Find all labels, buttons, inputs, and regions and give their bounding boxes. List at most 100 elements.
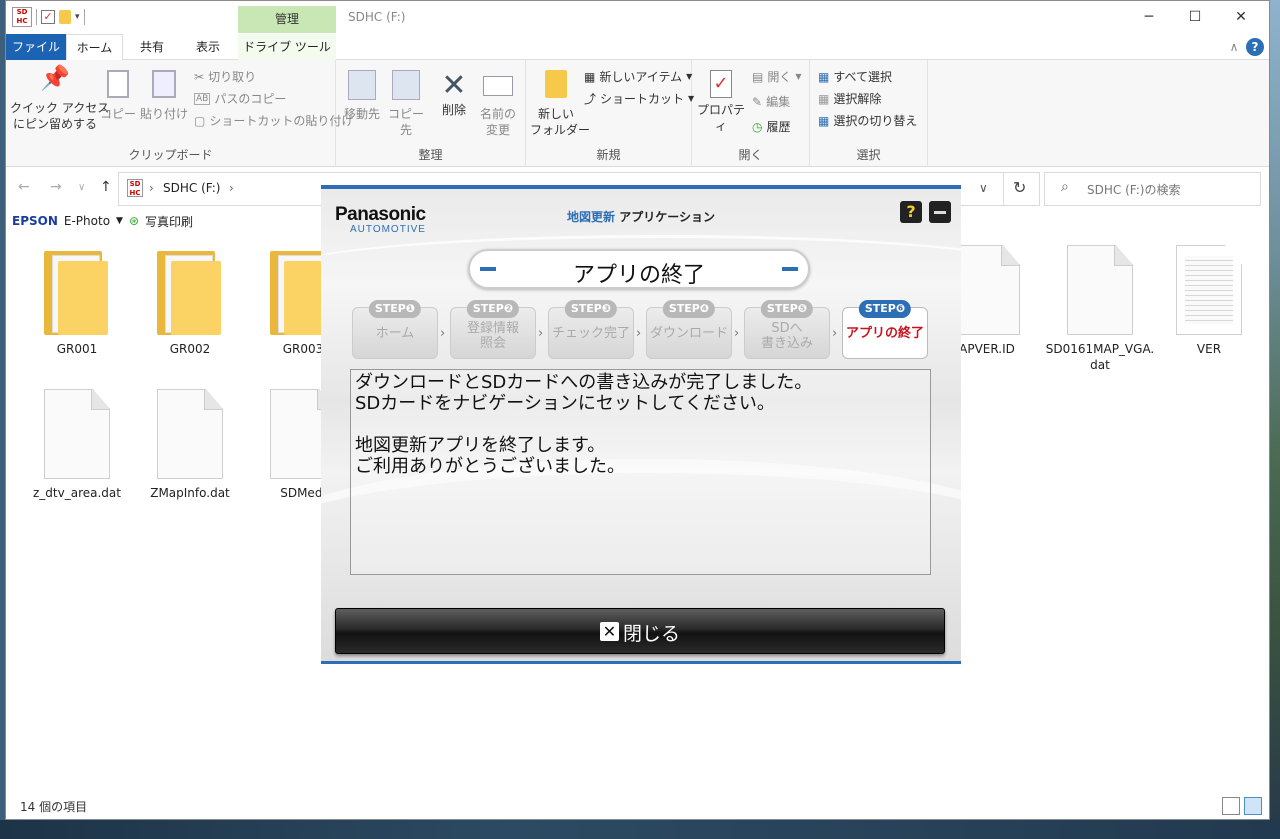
chevron-right-icon: › xyxy=(832,326,838,341)
chevron-up-icon[interactable]: ∧ xyxy=(1226,34,1242,60)
minimize-dialog-button[interactable] xyxy=(929,201,951,223)
folder-icon xyxy=(545,70,567,98)
step-5: STEP❺ SDへ 書き込み xyxy=(744,300,830,359)
recent-dropdown-icon[interactable]: ∨ xyxy=(78,182,85,193)
details-view-icon[interactable] xyxy=(1222,797,1240,815)
search-placeholder: SDHC (F:)の検索 xyxy=(1087,183,1181,197)
divider xyxy=(1003,173,1004,205)
new-folder-label: 新しい フォルダー xyxy=(530,107,591,137)
dialog-title: 地図更新 アプリケーション xyxy=(321,208,961,225)
tab-manage[interactable]: 管理 xyxy=(238,6,336,33)
step-label: ダウンロード xyxy=(649,326,728,341)
close-window-button[interactable]: ✕ xyxy=(1218,1,1264,33)
cut-button[interactable]: ✂ 切り取り xyxy=(194,68,256,85)
easy-access-button[interactable]: ⤴ ショートカット ▼ xyxy=(584,90,694,107)
pin-icon: 📌 xyxy=(40,64,70,92)
open-label: 開く xyxy=(767,70,792,84)
file-item[interactable]: z_dtv_area.dat xyxy=(22,389,132,501)
folder-item[interactable]: GR002 xyxy=(135,247,245,357)
chevron-right-icon: › xyxy=(636,326,642,341)
copy-path-button[interactable]: AB パスのコピー xyxy=(194,90,286,107)
new-folder-button[interactable]: 新しい フォルダー xyxy=(530,70,591,138)
edit-button[interactable]: ✎ 編集 xyxy=(752,93,790,110)
history-icon: ◷ xyxy=(752,119,763,134)
copy-to-icon xyxy=(392,70,420,100)
copy-button[interactable]: コピー xyxy=(100,70,136,122)
large-icons-view-icon[interactable] xyxy=(1244,797,1262,815)
properties-label: プロパティ xyxy=(696,103,745,133)
copy-to-button[interactable]: コピー先 xyxy=(386,70,426,138)
open-button[interactable]: ▤ 開く ▼ xyxy=(752,68,802,85)
title-map-update: 地図更新 xyxy=(567,210,616,224)
view-toggle xyxy=(1222,797,1262,815)
file-name: VER xyxy=(1196,342,1222,356)
step-1: STEP❶ ホーム xyxy=(352,300,438,359)
close-button[interactable]: ✕ 閉じる xyxy=(335,608,945,654)
step-indicator: STEP❶ ホーム › STEP❷ 登録情報 照会 › STEP❸ チェック完了 › … xyxy=(352,299,932,361)
help-button[interactable]: ? xyxy=(900,201,922,223)
folder-item[interactable]: GR001 xyxy=(22,247,132,357)
file-name: z_dtv_area.dat xyxy=(33,486,121,500)
step-4: STEP❹ ダウンロード xyxy=(646,300,732,359)
pin-label: クイック アクセス にピン留めする xyxy=(10,101,110,131)
back-arrow-icon[interactable]: ← xyxy=(18,179,30,195)
properties-button[interactable]: ✓ プロパティ xyxy=(694,70,748,134)
dash-icon xyxy=(782,267,798,271)
step-badge: STEP❶ xyxy=(368,300,422,318)
step-label: SDへ 書き込み xyxy=(760,321,813,351)
title-application: アプリケーション xyxy=(615,210,715,224)
tab-share[interactable]: 共有 xyxy=(130,34,174,60)
epson-app-label[interactable]: E-Photo xyxy=(64,214,110,228)
help-icon[interactable]: ? xyxy=(1246,38,1264,56)
cut-label: 切り取り xyxy=(208,70,257,84)
invert-selection-button[interactable]: ▦ 選択の切り替え xyxy=(818,112,917,129)
invert-selection-label: 選択の切り替え xyxy=(833,114,918,128)
new-folder-icon[interactable] xyxy=(59,10,71,24)
new-item-button[interactable]: ▦ 新しいアイテム ▼ xyxy=(584,68,692,85)
file-item[interactable]: SD0161MAP_VGA.dat xyxy=(1045,245,1155,373)
paste-button[interactable]: 貼り付け xyxy=(140,70,188,122)
rename-icon xyxy=(483,76,513,96)
select-none-button[interactable]: ▦ 選択解除 xyxy=(818,90,881,107)
move-to-button[interactable]: 移動先 xyxy=(342,70,382,122)
history-button[interactable]: ◷ 履歴 xyxy=(752,118,791,135)
new-item-icon: ▦ xyxy=(584,69,596,84)
step-badge: STEP❺ xyxy=(760,300,814,318)
breadcrumb-chevron-icon[interactable]: › xyxy=(229,181,234,195)
file-name: ZMapInfo.dat xyxy=(150,486,230,500)
select-none-label: 選択解除 xyxy=(833,92,882,106)
refresh-icon[interactable]: ↻ xyxy=(1013,178,1026,197)
address-dropdown-icon[interactable]: ∨ xyxy=(979,181,988,195)
photo-print-button[interactable]: 写真印刷 xyxy=(145,213,193,230)
window-title: SDHC (F:) xyxy=(348,10,406,24)
up-arrow-icon[interactable]: ↑ xyxy=(100,179,112,195)
delete-label: 削除 xyxy=(441,103,466,117)
maximize-button[interactable]: ☐ xyxy=(1172,1,1218,33)
dropdown-icon[interactable]: ▼ xyxy=(116,216,123,226)
select-all-button[interactable]: ▦ すべて選択 xyxy=(818,68,892,85)
delete-button[interactable]: ✕ 削除 xyxy=(436,70,472,118)
sd-drive-icon: SD HC xyxy=(12,7,32,27)
group-select: ▦ すべて選択 ▦ 選択解除 ▦ 選択の切り替え 選択 xyxy=(810,60,928,167)
paste-shortcut-button[interactable]: ▢ ショートカットの貼り付け xyxy=(194,112,353,129)
tab-drive-tools[interactable]: ドライブ ツール xyxy=(238,34,336,60)
tab-view[interactable]: 表示 xyxy=(186,34,230,60)
properties-check-icon[interactable]: ✓ xyxy=(41,10,55,24)
tab-home[interactable]: ホーム xyxy=(66,34,123,61)
print-icon: ⊛ xyxy=(128,214,140,228)
minimize-button[interactable]: ─ xyxy=(1126,1,1172,33)
file-item[interactable]: VER xyxy=(1154,245,1264,357)
step-label: ホーム xyxy=(375,326,415,341)
search-box[interactable]: ⌕ SDHC (F:)の検索 xyxy=(1044,172,1261,206)
step-2: STEP❷ 登録情報 照会 xyxy=(450,300,536,359)
edit-icon: ✎ xyxy=(752,94,763,109)
forward-arrow-icon[interactable]: → xyxy=(50,179,62,195)
step-6-current: STEP❻ アプリの終了 xyxy=(842,300,928,359)
customize-qat-icon[interactable]: ▾ xyxy=(75,12,80,22)
breadcrumb[interactable]: SDHC (F:) xyxy=(163,181,220,195)
rename-button[interactable]: 名前の 変更 xyxy=(476,70,520,138)
file-item[interactable]: ZMapInfo.dat xyxy=(135,389,245,501)
tab-file[interactable]: ファイル xyxy=(6,34,66,60)
status-item-count: 14 個の項目 xyxy=(20,800,88,814)
pin-quick-access-button[interactable]: 📌 クイック アクセス にピン留めする xyxy=(10,64,110,132)
